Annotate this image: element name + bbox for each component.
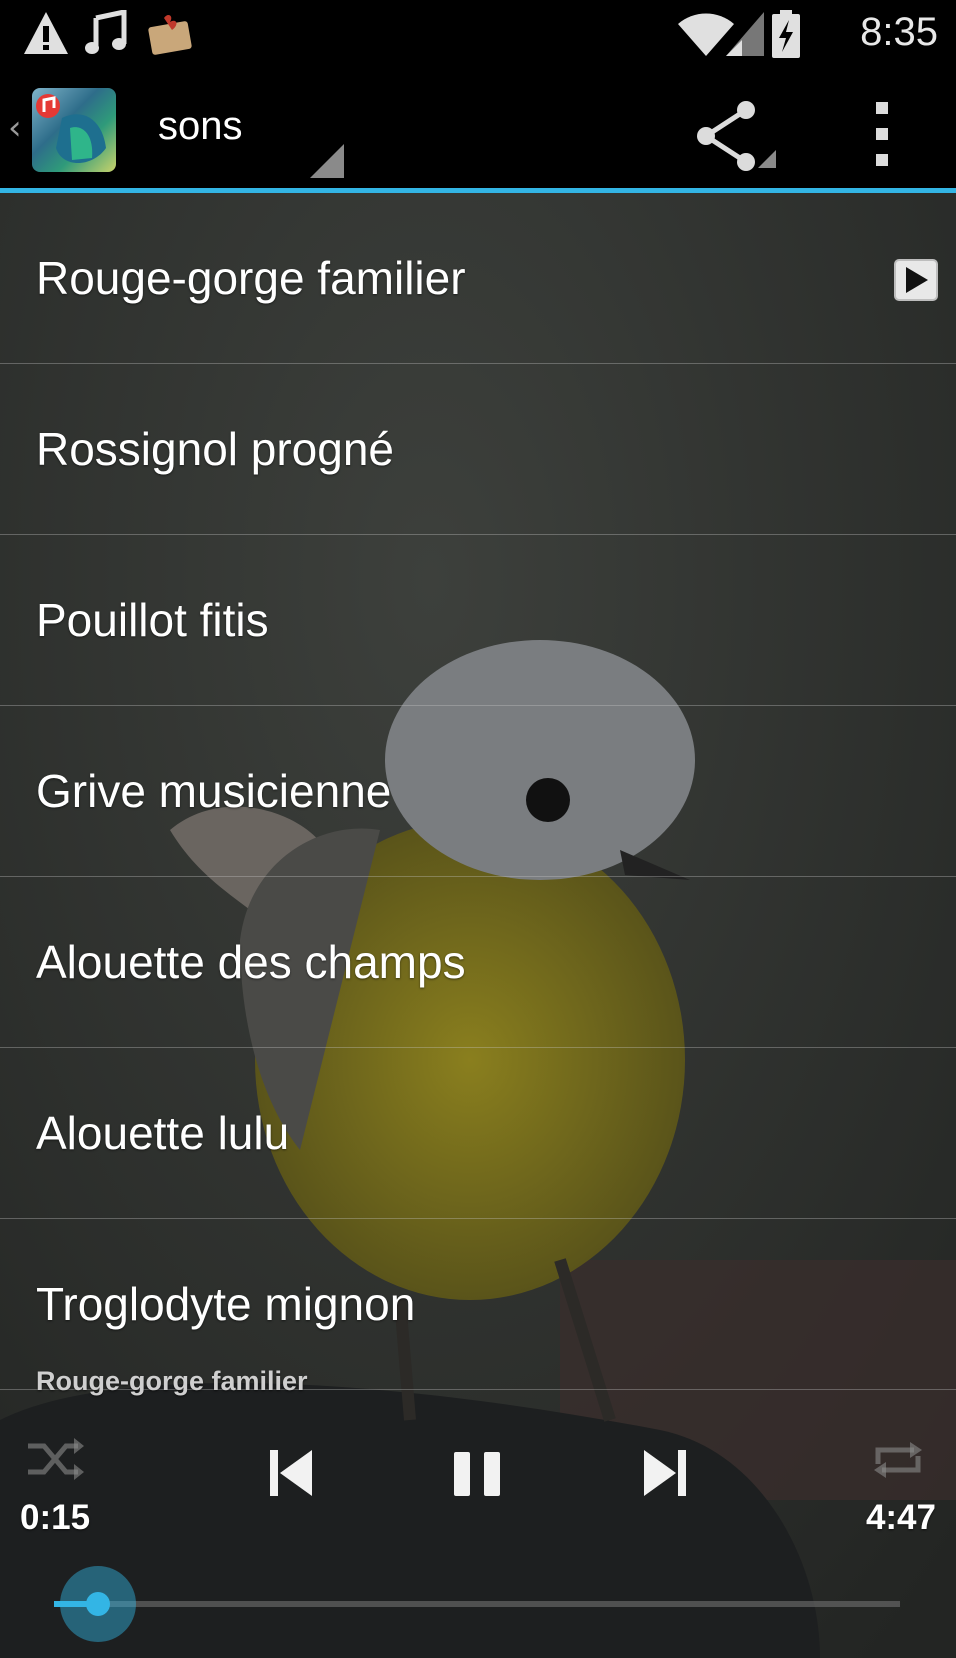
list-item-label: Grive musicienne [36, 765, 392, 817]
seek-thumb[interactable] [60, 1566, 136, 1642]
status-clock: 8:35 [860, 10, 938, 54]
list-item-label: Rouge-gorge familier [36, 252, 466, 304]
list-item[interactable]: Alouette lulu [0, 1048, 956, 1219]
elapsed-time: 0:15 [20, 1498, 91, 1537]
mail-icon [148, 15, 192, 55]
battery-charging-icon [772, 10, 800, 58]
total-time: 4:47 [865, 1498, 936, 1537]
now-playing-title: Rouge-gorge familier [36, 1366, 308, 1396]
list-item[interactable]: Alouette des champs [0, 877, 956, 1048]
list-item-label: Pouillot fitis [36, 594, 269, 646]
back-chevron-icon[interactable]: ‹ [8, 108, 22, 148]
action-bar-divider [0, 188, 956, 193]
previous-icon[interactable] [268, 1448, 314, 1498]
list-item[interactable]: Rossignol progné [0, 364, 956, 535]
list-item[interactable]: Grive musicienne [0, 706, 956, 877]
seek-track [54, 1601, 900, 1607]
share-icon[interactable] [692, 96, 782, 176]
list-item-label: Alouette des champs [36, 936, 466, 988]
pause-icon[interactable] [452, 1450, 502, 1498]
app-icon[interactable] [32, 88, 116, 172]
app-logo-icon [36, 94, 106, 163]
list-item-label: Alouette lulu [36, 1107, 290, 1159]
list-item[interactable]: Pouillot fitis [0, 535, 956, 706]
overflow-menu-icon[interactable] [862, 96, 902, 176]
music-note-icon [85, 10, 127, 54]
next-icon[interactable] [642, 1448, 688, 1498]
shuffle-icon[interactable] [26, 1436, 86, 1482]
repeat-icon[interactable] [870, 1438, 926, 1482]
seek-bar[interactable] [54, 1558, 900, 1648]
playing-indicator-icon [894, 259, 938, 301]
spinner-corner-icon[interactable] [310, 144, 344, 178]
warning-icon [24, 12, 68, 54]
list-item-label: Rossignol progné [36, 423, 395, 475]
list-item[interactable]: Rouge-gorge familier [0, 193, 956, 364]
action-bar: ‹ sons [0, 68, 956, 190]
status-bar: 8:35 [0, 0, 956, 68]
list-item[interactable]: Troglodyte mignon [0, 1219, 956, 1390]
track-list: Rouge-gorge familier Rossignol progné Po… [0, 193, 956, 1390]
list-item-label: Troglodyte mignon [36, 1278, 416, 1330]
action-bar-title[interactable]: sons [158, 104, 243, 149]
signal-icon [726, 12, 764, 56]
